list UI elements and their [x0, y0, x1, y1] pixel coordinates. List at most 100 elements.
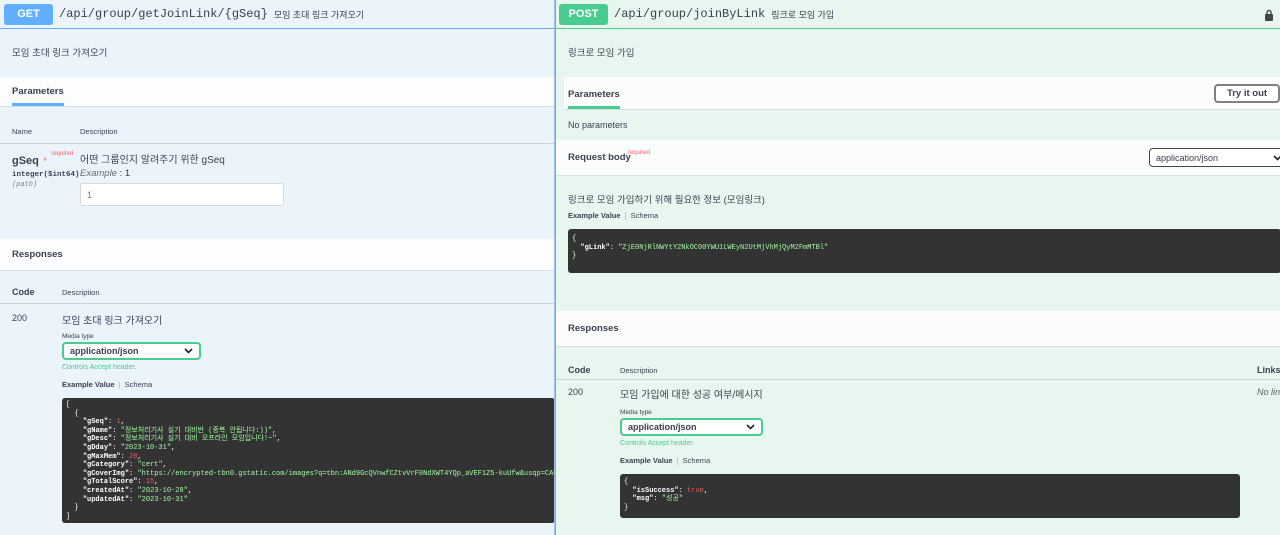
method-badge-get: GET [4, 3, 53, 25]
chevron-down-icon [746, 422, 755, 432]
col-code-header: Code [12, 287, 35, 297]
code-line: "gDesc": "정보처리기사 실기 대비 오프라인 모임입니다!~", [82, 435, 281, 444]
post-operation-summary[interactable]: POST /api/group/joinByLink 링크로 모임 가입 [556, 0, 1280, 29]
param-name-cell: gSeq * required integer($int64) (path) [12, 151, 80, 189]
request-body-required: required [628, 150, 651, 156]
divider [0, 303, 554, 304]
example-tabs: Example Value | Schema [620, 456, 711, 465]
param-type: integer($int64) [12, 171, 80, 179]
code-line: "gTotalScore": 15, [82, 478, 159, 487]
media-type-select[interactable]: application/json [62, 342, 201, 360]
try-it-out-button[interactable]: Try it out [1214, 84, 1280, 103]
parameters-table: Name Description gSeq * required integer… [0, 107, 554, 239]
code-line: "createdAt": "2023-10-28", [82, 486, 193, 495]
request-content-type-value: application/json [1156, 152, 1219, 163]
response-links-value: No lin [1257, 387, 1280, 397]
operation-description: 모임 초대 링크 가져오기 [12, 48, 108, 59]
divider [556, 379, 1280, 380]
tab-example-value[interactable]: Example Value [568, 211, 621, 220]
responses-title: Responses [568, 323, 619, 334]
col-links-header: Links [1257, 365, 1280, 375]
example-tabs: Example Value | Schema [568, 211, 659, 220]
tab-parameters[interactable]: Parameters [568, 89, 620, 109]
code-line: "gSeq": 1, [82, 418, 125, 427]
code-line: { [624, 478, 629, 486]
tab-example-value[interactable]: Example Value [62, 380, 115, 389]
endpoint-summary: 모임 초대 링크 가져오기 [273, 9, 365, 20]
request-body-header: Request body required application/json [556, 140, 1280, 176]
responses-header: Responses [556, 311, 1280, 347]
code-line: { [66, 409, 79, 418]
response-description: 모임 초대 링크 가져오기 [62, 316, 163, 327]
example-value: : 1 [119, 168, 131, 179]
tab-schema[interactable]: Schema [125, 380, 153, 389]
request-body-section: 링크로 모임 가입하기 위해 필요한 정보 (모임링크) Example Val… [556, 176, 1280, 314]
lock-icon[interactable] [1264, 8, 1274, 26]
responses-table: Code Description 200 모임 초대 링크 가져오기 Media… [0, 271, 554, 531]
method-badge-post: POST [559, 3, 608, 25]
col-code-header: Code [568, 365, 591, 375]
controls-accept-text: Controls Accept header. [62, 364, 137, 371]
tab-parameters[interactable]: Parameters [12, 86, 64, 106]
required-label: required [51, 151, 74, 157]
responses-header: Responses [0, 239, 554, 271]
controls-accept-text: Controls Accept header. [620, 440, 695, 447]
media-type-label: Media type [62, 333, 94, 340]
chevron-down-icon [1273, 153, 1280, 163]
request-body-description: 링크로 모임 가입하기 위해 필요한 정보 (모임링크) [568, 195, 765, 206]
code-line: "msg": "성공" [632, 495, 684, 504]
code-line: "gCoverImg": "https://encrypted-tbn0.gst… [82, 469, 555, 478]
parameters-header: Parameters Try it out [564, 77, 1280, 110]
code-line: "gDday": "2023-10-31", [82, 443, 176, 452]
tab-schema[interactable]: Schema [683, 456, 711, 465]
request-content-type-select[interactable]: application/json [1149, 148, 1280, 167]
col-resp-description-header: Description [62, 288, 100, 297]
param-location: (path) [12, 181, 38, 189]
response-code: 200 [12, 313, 28, 323]
no-parameters-text: No parameters [568, 120, 628, 130]
request-body-example-code: { "gLink": "ZjE0NjRlNWYtY2NkOC00YWU1LWEy… [568, 229, 1280, 273]
parameters-body: No parameters Request body required appl… [556, 110, 1280, 176]
responses-title: Responses [12, 249, 63, 260]
media-type-value: application/json [70, 346, 139, 356]
code-line: } [624, 503, 629, 512]
media-type-label: Media type [620, 409, 652, 416]
example-response-code: { "isSuccess": true, "msg": "성공"} [620, 474, 1240, 518]
code-line: } [572, 252, 577, 261]
code-line: "gLink": "ZjE0NjRlNWYtY2NkOC00YWU1LWEyN2… [580, 243, 829, 252]
col-name-header: Name [12, 127, 33, 136]
endpoint-path: /api/group/joinByLink [614, 7, 766, 21]
gseq-input[interactable] [80, 183, 284, 206]
get-operation-block: GET /api/group/getJoinLink/{gSeq} 모임 초대 … [0, 0, 555, 535]
media-type-select[interactable]: application/json [620, 418, 763, 436]
code-line: } [66, 504, 79, 513]
chevron-down-icon [184, 346, 193, 356]
example-response-code: [ { "gSeq": 1, "gName": "정보처리기사 실기 대비반 (… [62, 398, 555, 523]
code-line: "gMaxMem": 20, [82, 452, 142, 461]
tab-schema[interactable]: Schema [631, 211, 659, 220]
param-name: gSeq [12, 155, 39, 167]
code-line: "isSuccess": true, [632, 486, 709, 495]
operation-description: 링크로 모임 가입 [568, 48, 635, 59]
response-code: 200 [568, 387, 584, 397]
param-description: 어떤 그룹인지 알려주기 위한 gSeq [80, 155, 225, 166]
code-line: ] [66, 512, 71, 521]
media-type-value: application/json [628, 422, 697, 432]
param-description-cell: 어떤 그룹인지 알려주기 위한 gSeq Example : 1 [80, 151, 284, 206]
response-description: 모임 가입에 대한 성공 여부/메시지 [620, 390, 763, 401]
post-operation-block: POST /api/group/joinByLink 링크로 모임 가입 링크로… [555, 0, 1280, 535]
col-description-header: Description [620, 366, 658, 375]
responses-table: Code Description Links 200 모임 가입에 대한 성공 … [556, 347, 1280, 535]
example-label: Example [80, 168, 117, 179]
code-line: "gCategory": "cert", [82, 461, 167, 470]
get-operation-summary[interactable]: GET /api/group/getJoinLink/{gSeq} 모임 초대 … [0, 0, 554, 29]
endpoint-summary: 링크로 모임 가입 [771, 9, 835, 20]
code-line: "updatedAt": "2023-10-31" [82, 495, 188, 504]
col-description-header: Description [80, 127, 118, 136]
tab-example-value[interactable]: Example Value [620, 456, 673, 465]
divider [0, 143, 554, 144]
example-tabs: Example Value | Schema [62, 380, 153, 389]
code-line: [ [66, 401, 71, 409]
request-body-label: Request body [568, 152, 631, 163]
parameters-header: Parameters [0, 77, 554, 107]
